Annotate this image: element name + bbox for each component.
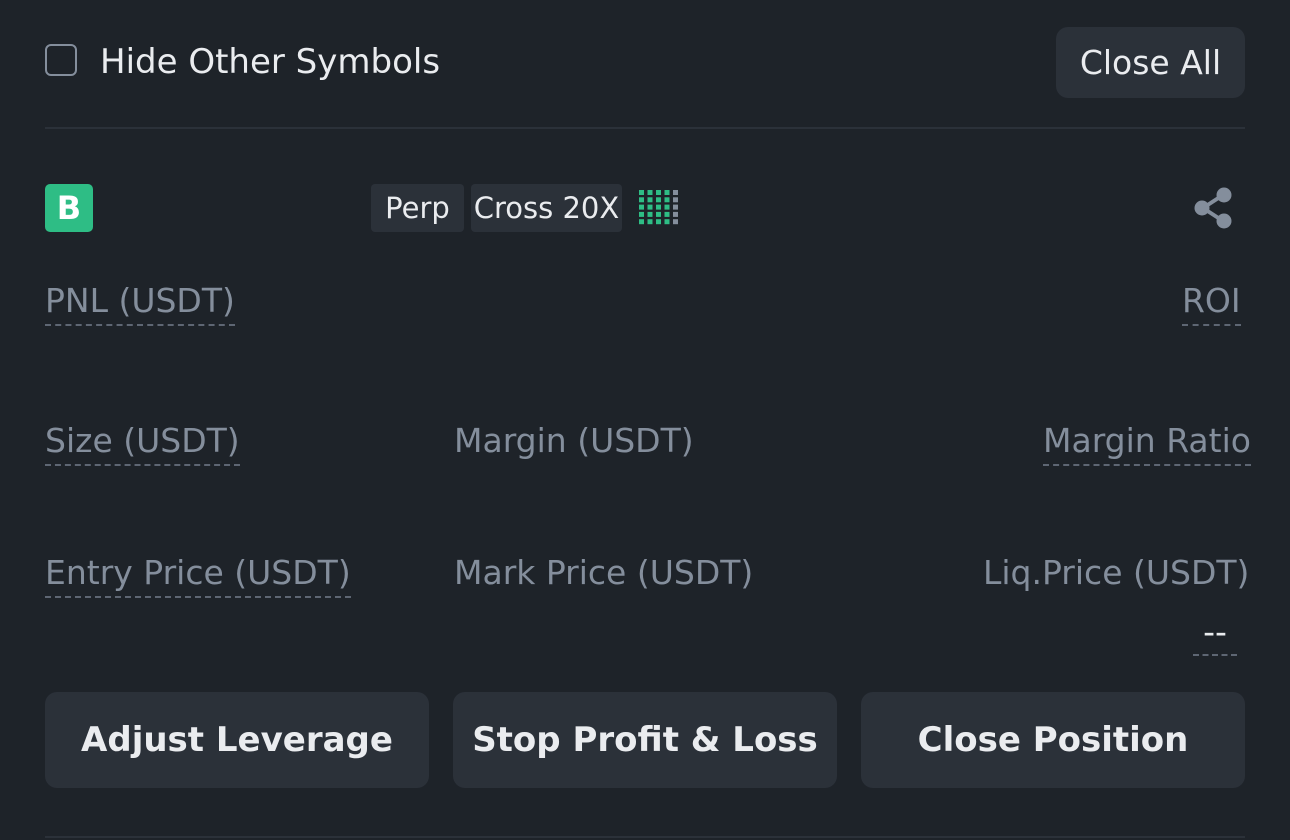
liq-price-value: -- bbox=[1193, 612, 1237, 656]
stop-profit-loss-button[interactable]: Stop Profit & Loss bbox=[453, 692, 837, 788]
side-badge: B bbox=[45, 184, 93, 232]
adl-bar-segment bbox=[639, 197, 644, 203]
adl-bar-segment bbox=[639, 211, 644, 217]
contract-type-tag: Perp bbox=[371, 184, 464, 232]
adl-bar-segment bbox=[664, 219, 670, 225]
adl-bar-segment bbox=[673, 211, 678, 217]
adl-bar-segment bbox=[656, 197, 661, 203]
adl-bar-segment bbox=[656, 204, 661, 210]
adl-bar-segment bbox=[656, 219, 661, 225]
adl-bar-segment bbox=[639, 219, 644, 225]
close-all-button[interactable]: Close All bbox=[1056, 27, 1245, 98]
adl-bar-segment bbox=[673, 190, 678, 195]
adl-bar-segment bbox=[673, 204, 678, 210]
hide-other-symbols-label[interactable]: Hide Other Symbols bbox=[100, 40, 440, 84]
adl-bar-segment bbox=[656, 190, 661, 195]
size-label[interactable]: Size (USDT) bbox=[45, 420, 240, 466]
share-icon[interactable] bbox=[1190, 184, 1238, 232]
adl-bar-segment bbox=[647, 219, 653, 225]
liq-price-label: Liq.Price (USDT) bbox=[983, 553, 1250, 592]
pnl-label[interactable]: PNL (USDT) bbox=[45, 280, 235, 326]
adl-bar-segment bbox=[639, 204, 644, 210]
divider-bottom bbox=[45, 836, 1245, 838]
adl-bars bbox=[639, 190, 678, 225]
adl-bar-segment bbox=[647, 204, 653, 210]
close-position-button[interactable]: Close Position bbox=[861, 692, 1245, 788]
adjust-leverage-button[interactable]: Adjust Leverage bbox=[45, 692, 429, 788]
adl-bar-segment bbox=[647, 190, 653, 195]
margin-label: Margin (USDT) bbox=[454, 421, 694, 460]
adl-bar-segment bbox=[664, 190, 670, 195]
adl-bar-segment bbox=[664, 197, 670, 203]
adl-bar-segment bbox=[673, 197, 678, 203]
adl-bar-segment bbox=[647, 211, 653, 217]
hide-other-symbols-checkbox[interactable] bbox=[45, 44, 77, 76]
adl-bar-segment bbox=[639, 190, 644, 195]
mark-price-label: Mark Price (USDT) bbox=[454, 553, 754, 592]
adl-bar-segment bbox=[656, 211, 661, 217]
adl-bar-segment bbox=[664, 204, 670, 210]
adl-indicator-icon bbox=[639, 190, 678, 225]
roi-label[interactable]: ROI bbox=[1182, 280, 1241, 326]
margin-ratio-label[interactable]: Margin Ratio bbox=[1043, 420, 1251, 466]
adl-bar-segment bbox=[647, 197, 653, 203]
entry-price-label[interactable]: Entry Price (USDT) bbox=[45, 552, 351, 598]
adl-bar-segment bbox=[664, 211, 670, 217]
divider bbox=[45, 127, 1245, 129]
adl-bar-segment bbox=[673, 219, 678, 225]
margin-mode-tag: Cross 20X bbox=[471, 184, 622, 232]
